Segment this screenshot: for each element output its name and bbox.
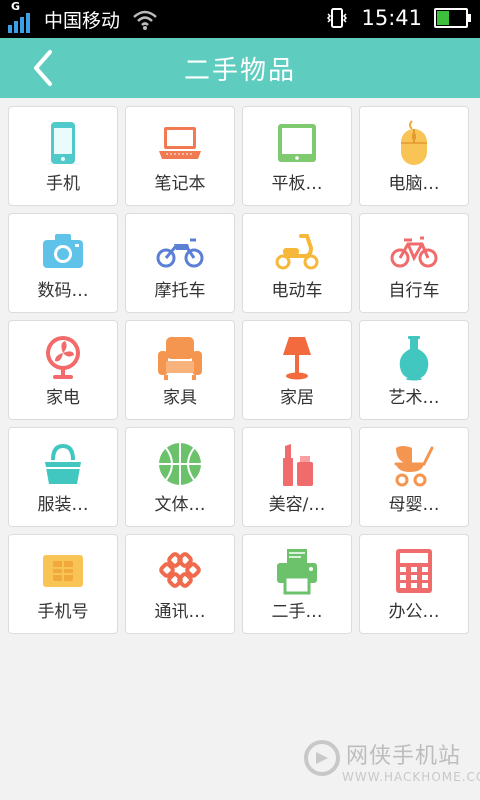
vase-icon [399,336,429,381]
category-label: 笔记本 [154,174,206,194]
status-bar: G 中国移动 15:41 [0,0,480,38]
category-label: 家具 [163,388,197,408]
watermark-text: 网侠手机站 [346,744,462,769]
category-label: 自行车 [388,281,440,301]
lamp-icon [283,337,311,380]
category-label: 文体… [154,495,206,515]
category-label: 家电 [46,388,80,408]
cosmetics-icon [283,444,313,486]
signal-strength-icon [8,11,30,33]
calculator-icon [396,549,432,593]
category-tile-appliance[interactable]: 家电 [8,320,118,420]
category-tile-baby[interactable]: 母婴… [359,427,469,527]
category-tile-laptop[interactable]: 笔记本 [125,106,235,206]
tablet-icon [278,124,316,162]
carrier-name: 中国移动 [44,10,121,32]
category-label: 手机 [46,174,80,194]
category-tile-art[interactable]: 艺术… [359,320,469,420]
bicycle-icon [390,236,438,268]
category-tile-clothing[interactable]: 服装… [8,427,118,527]
category-grid: 手机 笔记本 平板… 电脑… 数码… 摩托车 电动车 自行车 家电 家具 家居 … [8,106,470,634]
category-tile-ebike[interactable]: 电动车 [242,213,352,313]
scooter-icon [275,234,319,270]
category-tile-computer[interactable]: 电脑… [359,106,469,206]
unicom-knot-icon [159,552,201,588]
motorcycle-icon [156,238,204,268]
title-bar: 二手物品 [0,38,480,98]
category-tile-office[interactable]: 办公… [359,534,469,634]
category-label: 平板… [271,174,323,194]
category-label: 母婴… [388,495,440,515]
handbag-icon [45,443,81,484]
category-tile-furniture[interactable]: 家具 [125,320,235,420]
category-label: 数码… [37,281,89,301]
category-label: 电动车 [271,281,323,301]
category-label: 艺术… [388,388,440,408]
category-tile-phone[interactable]: 手机 [8,106,118,206]
category-label: 家居 [280,388,314,408]
category-label: 摩托车 [154,281,206,301]
category-tile-bicycle[interactable]: 自行车 [359,213,469,313]
category-tile-secondhand[interactable]: 二手… [242,534,352,634]
mouse-icon [401,120,427,165]
category-tile-tablet[interactable]: 平板… [242,106,352,206]
watermark-logo-icon [304,740,340,776]
category-tile-phone-number[interactable]: 手机号 [8,534,118,634]
vibrate-icon [327,8,348,28]
camera-icon [43,234,83,268]
battery-icon [434,8,471,28]
category-tile-digital[interactable]: 数码… [8,213,118,313]
watermark: 网侠手机站 WWW.HACKHOME.COM [302,732,480,792]
category-label: 美容/… [268,495,326,515]
stroller-icon [394,446,434,487]
page-title: 二手物品 [183,56,296,86]
category-label: 二手… [271,602,323,622]
wifi-icon [133,10,157,30]
fan-icon [46,336,80,379]
laptop-icon [159,127,201,159]
category-tile-home[interactable]: 家居 [242,320,352,420]
category-label: 办公… [388,602,440,622]
category-label: 服装… [37,495,89,515]
basketball-icon [159,443,201,485]
category-label: 电脑… [388,174,440,194]
clock: 15:41 [361,6,422,30]
category-label: 手机号 [37,602,89,622]
armchair-icon [158,337,202,380]
category-tile-telecom[interactable]: 通讯… [125,534,235,634]
watermark-url: WWW.HACKHOME.COM [342,770,480,784]
category-tile-motorcycle[interactable]: 摩托车 [125,213,235,313]
printer-icon [277,549,317,595]
phone-icon [51,122,75,164]
category-tile-sports[interactable]: 文体… [125,427,235,527]
category-label: 通讯… [154,602,206,622]
category-tile-beauty[interactable]: 美容/… [242,427,352,527]
sim-card-icon [43,555,83,587]
